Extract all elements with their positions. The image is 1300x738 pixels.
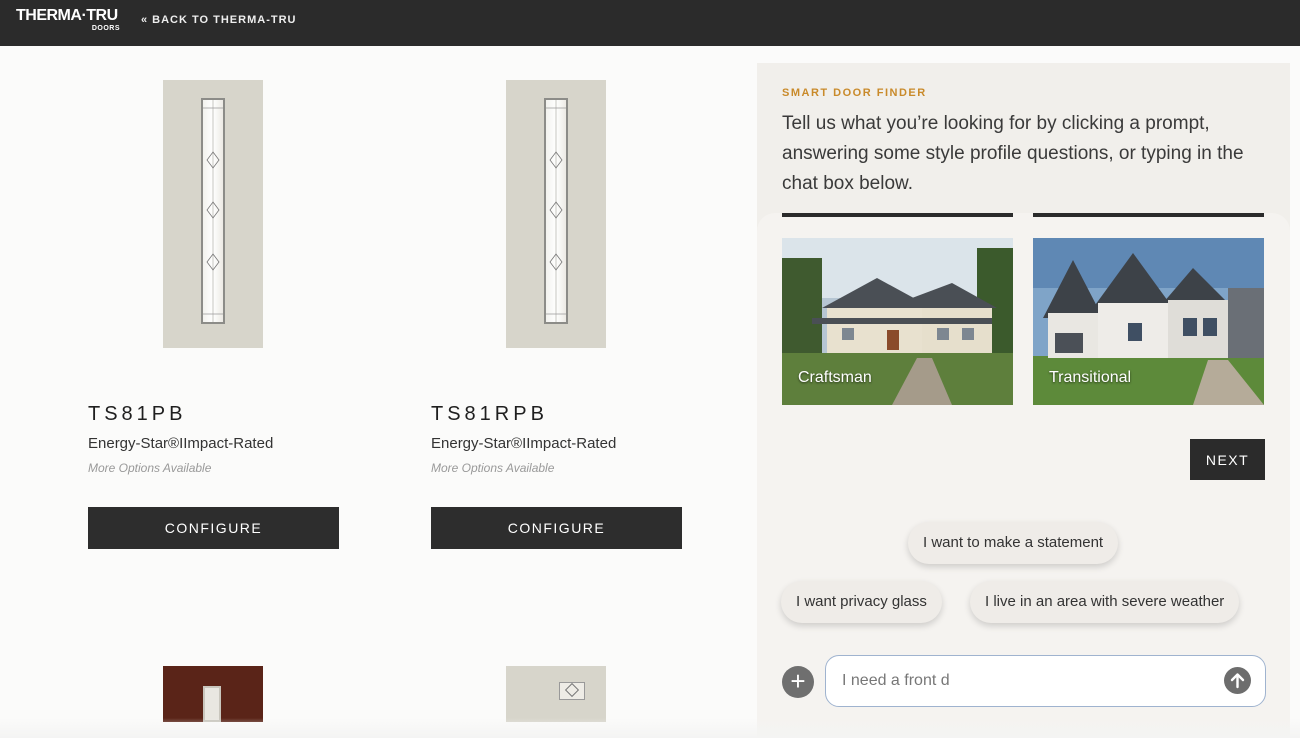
decorative-glass-panel: [544, 98, 568, 324]
door-image[interactable]: [163, 666, 263, 722]
smart-door-finder-panel: SMART DOOR FINDER Tell us what you’re lo…: [757, 63, 1290, 738]
more-options-text: More Options Available: [88, 461, 212, 475]
style-progress-bar: [782, 213, 1013, 217]
configure-button[interactable]: CONFIGURE: [88, 507, 339, 549]
door-image[interactable]: [163, 80, 263, 348]
therma-tru-logo[interactable]: THERMA·TRU DOORS: [16, 8, 126, 38]
prompt-chip-statement[interactable]: I want to make a statement: [908, 522, 1119, 564]
door-glass-panel: [559, 682, 585, 700]
chat-input[interactable]: [842, 656, 1222, 705]
product-title: TS81RPB: [431, 403, 548, 425]
decorative-glass-panel: [201, 98, 225, 324]
plus-icon[interactable]: +: [782, 666, 814, 698]
style-progress-bar: [1033, 213, 1264, 217]
door-image[interactable]: [506, 666, 606, 722]
style-card-craftsman[interactable]: Craftsman: [782, 238, 1013, 405]
door-glass-panel: [203, 686, 221, 722]
finder-label: SMART DOOR FINDER: [782, 87, 927, 99]
more-options-text: More Options Available: [431, 461, 555, 475]
next-button[interactable]: NEXT: [1190, 439, 1265, 480]
finder-description: Tell us what you’re looking for by click…: [782, 113, 1244, 194]
arrow-up-icon[interactable]: [1224, 667, 1251, 694]
logo-text: THERMA·TRU: [16, 7, 118, 24]
prompt-chip-privacy-glass[interactable]: I want privacy glass: [781, 581, 942, 623]
product-title: TS81PB: [88, 403, 187, 425]
top-bar: THERMA·TRU DOORS « BACK TO THERMA-TRU: [0, 0, 1300, 46]
product-subtitle: Energy-Star®IImpact-Rated: [88, 435, 274, 452]
prompt-chip-severe-weather[interactable]: I live in an area with severe weather: [970, 581, 1240, 623]
back-to-therma-tru-link[interactable]: « BACK TO THERMA-TRU: [141, 14, 296, 26]
chat-input-box[interactable]: [825, 655, 1266, 707]
bottom-fade: [0, 718, 1300, 738]
style-card-transitional[interactable]: Transitional: [1033, 238, 1264, 405]
style-label: Transitional: [1049, 369, 1132, 386]
door-image[interactable]: [506, 80, 606, 348]
product-subtitle: Energy-Star®IImpact-Rated: [431, 435, 617, 452]
configure-button[interactable]: CONFIGURE: [431, 507, 682, 549]
logo-subtext: DOORS: [91, 25, 120, 32]
style-label: Craftsman: [798, 369, 872, 386]
